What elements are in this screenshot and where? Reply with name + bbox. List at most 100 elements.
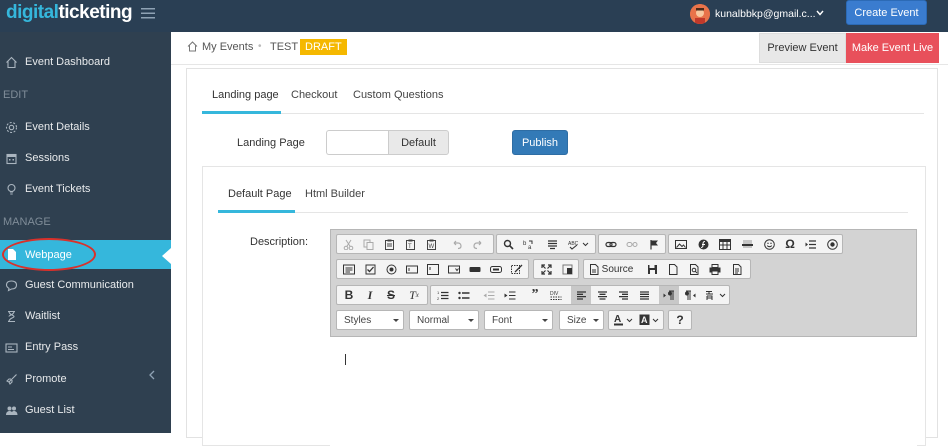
maximize-icon[interactable] (536, 260, 556, 278)
checkbox-icon[interactable] (360, 260, 380, 278)
annotation-circle (2, 238, 96, 271)
outdent-icon[interactable] (479, 286, 499, 304)
text-color-icon[interactable]: A (611, 311, 637, 329)
radio-icon[interactable] (381, 260, 401, 278)
undo-icon[interactable] (447, 235, 465, 253)
select-field-icon[interactable] (444, 260, 464, 278)
flash-icon[interactable] (693, 235, 713, 253)
div-container-icon[interactable]: DIV (546, 286, 566, 304)
text-field-icon[interactable] (402, 260, 422, 278)
chevron-left-icon[interactable] (148, 370, 156, 380)
sidebar-item-entry-pass[interactable]: Entry Pass (0, 333, 171, 361)
horizontal-rule-icon[interactable] (737, 235, 757, 253)
format-dropdown[interactable]: Normal (409, 310, 479, 330)
sidebar-item-promote[interactable]: Promote (0, 365, 171, 393)
show-blocks-icon[interactable] (557, 260, 577, 278)
replace-icon[interactable]: ba (519, 235, 537, 253)
breadcrumb-my-events[interactable]: My Events (202, 41, 253, 53)
styles-dropdown[interactable]: Styles (336, 310, 404, 330)
smiley-icon[interactable] (759, 235, 779, 253)
numbered-list-icon[interactable]: 12 (433, 286, 453, 304)
tab-default-page[interactable]: Default Page (228, 188, 292, 200)
copy-icon[interactable] (359, 235, 377, 253)
new-page-icon[interactable] (663, 260, 683, 278)
select-all-icon[interactable] (543, 235, 561, 253)
paste-word-icon[interactable]: W (422, 235, 440, 253)
redo-icon[interactable] (469, 235, 487, 253)
sidebar-item-waitlist[interactable]: Waitlist (0, 302, 171, 330)
anchor-flag-icon[interactable] (644, 235, 664, 253)
publish-button[interactable]: Publish (512, 130, 568, 155)
print-icon[interactable] (705, 260, 725, 278)
preview-event-button[interactable]: Preview Event (759, 33, 846, 63)
align-center-icon[interactable] (592, 286, 612, 304)
tabs-divider (202, 113, 924, 114)
menu-toggle-icon[interactable] (140, 5, 156, 21)
text-direction-ltr-icon[interactable] (659, 286, 679, 304)
source-button[interactable]: Source (586, 260, 636, 278)
editor-content-area[interactable] (330, 336, 917, 446)
tab-html-builder[interactable]: Html Builder (305, 188, 365, 200)
templates-icon[interactable] (727, 260, 747, 278)
avatar[interactable] (690, 4, 710, 24)
font-dropdown[interactable]: Font (484, 310, 553, 330)
home-icon[interactable] (187, 41, 198, 52)
iframe-globe-icon[interactable] (822, 235, 842, 253)
textarea-icon[interactable] (423, 260, 443, 278)
background-color-icon[interactable]: A (637, 311, 663, 329)
paste-text-icon[interactable]: T (401, 235, 419, 253)
link-icon[interactable] (601, 235, 621, 253)
sidebar-item-event-details[interactable]: Event Details (0, 113, 171, 141)
breadcrumb-event-name[interactable]: TEST (270, 41, 298, 53)
special-char-icon[interactable]: Ω (780, 235, 800, 253)
chevron-down-icon (468, 319, 474, 322)
form-icon[interactable] (339, 260, 359, 278)
image-button-icon[interactable] (486, 260, 506, 278)
sidebar-item-guest-communication[interactable]: Guest Communication (0, 271, 171, 299)
button-field-icon[interactable] (465, 260, 485, 278)
sidebar-item-event-tickets[interactable]: Event Tickets (0, 175, 171, 203)
image-icon[interactable] (671, 235, 691, 253)
align-justify-icon[interactable] (634, 286, 654, 304)
hidden-field-icon[interactable] (507, 260, 527, 278)
find-icon[interactable] (499, 235, 517, 253)
create-event-button[interactable]: Create Event (846, 0, 927, 25)
paste-icon[interactable] (380, 235, 398, 253)
toolbar-group-view (533, 259, 579, 279)
page-break-icon[interactable] (801, 235, 821, 253)
sidebar-section-edit: EDIT (3, 89, 29, 101)
sidebar-item-guest-list[interactable]: Guest List (0, 396, 171, 424)
preview-icon[interactable] (684, 260, 704, 278)
chevron-down-icon (393, 319, 399, 322)
text-direction-rtl-icon[interactable] (680, 286, 700, 304)
cut-icon[interactable] (339, 235, 357, 253)
size-dropdown[interactable]: Size (559, 310, 604, 330)
tab-checkout[interactable]: Checkout (291, 89, 337, 101)
user-email[interactable]: kunalbbkp@gmail.c... (715, 8, 816, 20)
logo[interactable]: digitalticketing (6, 3, 133, 23)
chevron-down-icon[interactable] (816, 9, 824, 17)
sidebar-item-sessions[interactable]: Sessions (0, 144, 171, 172)
spellcheck-icon[interactable]: ABC (565, 235, 593, 253)
bulleted-list-icon[interactable] (454, 286, 474, 304)
bold-icon[interactable]: B (339, 286, 359, 304)
breadcrumb-separator: • (258, 41, 262, 52)
blockquote-icon[interactable]: ” (525, 286, 545, 304)
make-event-live-button[interactable]: Make Event Live (846, 33, 939, 63)
sidebar-item-event-dashboard[interactable]: Event Dashboard (0, 48, 171, 76)
table-icon[interactable] (715, 235, 735, 253)
help-icon[interactable]: ? (670, 311, 690, 329)
unlink-icon[interactable] (622, 235, 642, 253)
tab-landing-page[interactable]: Landing page (212, 89, 279, 101)
default-button[interactable]: Default (388, 130, 449, 155)
indent-icon[interactable] (500, 286, 520, 304)
save-icon[interactable] (642, 260, 662, 278)
language-icon[interactable] (703, 286, 729, 304)
align-right-icon[interactable] (613, 286, 633, 304)
italic-icon[interactable]: I (360, 286, 380, 304)
landing-page-input[interactable] (326, 130, 388, 155)
remove-format-icon[interactable]: Tx (404, 286, 424, 304)
tab-custom-questions[interactable]: Custom Questions (353, 89, 443, 101)
align-left-icon[interactable] (571, 286, 591, 304)
strikethrough-icon[interactable]: S (381, 286, 401, 304)
